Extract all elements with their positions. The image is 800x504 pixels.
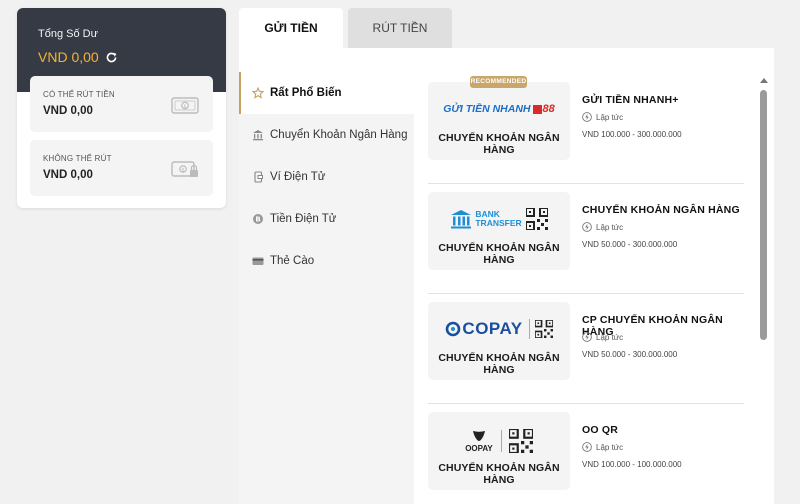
method-speed-label: Lập tức [596,222,624,232]
category-scratch-card[interactable]: Thẻ Cào [239,240,414,282]
category-crypto[interactable]: B Tiền Điện Tử [239,198,414,240]
method-range: VND 50.000 - 300.000.000 [582,350,678,359]
method-speed-label: Lập tức [596,332,624,342]
method-speed-label: Lập tức [596,442,624,452]
bank-building-icon [451,210,472,229]
category-bank-transfer[interactable]: Chuyển Khoản Ngân Hàng [239,114,414,156]
tab-withdraw[interactable]: RÚT TIỀN [348,8,452,48]
category-label: Tiền Điện Tử [270,213,337,225]
method-logo-caption: CHUYỂN KHOẢN NGÂN HÀNG [438,242,560,266]
method-logo-box: RECOMMENDED GỬI TIỀN NHANH 88 CHUYỂN KHO… [428,76,570,160]
category-e-wallet[interactable]: Ví Điện Tử [239,156,414,198]
payment-method-bank-transfer[interactable]: BANK TRANSFER CHUYỂN KHOẢN NGÂN HÀNG CHU… [428,184,744,294]
fast-deposit-logo: GỬI TIỀN NHANH 88 [428,94,570,124]
category-popular[interactable]: Rất Phổ Biến [239,72,414,114]
total-balance-amount: VND 0,00 [38,49,99,65]
bank-transfer-logo: BANK TRANSFER [428,204,570,234]
method-speed: Lập tức [582,222,623,232]
method-logo-box: COPAY CHUYỂN KHOẢN NGÂN HÀNG [428,302,570,380]
scrollbar[interactable] [759,78,769,504]
svg-text:$: $ [181,167,184,173]
non-withdrawable-box: KHÔNG THỂ RÚT VND 0,00 $ [30,140,213,196]
fast-deposit-logo-text: GỬI TIỀN NHANH [443,103,531,115]
category-label: Ví Điện Tử [270,171,326,183]
star-icon [252,87,264,99]
method-name: OO QR [582,424,619,436]
svg-text:B: B [255,216,260,224]
method-speed-label: Lập tức [596,112,624,122]
payment-panel: Rất Phổ Biến Chuyển Khoản Ngân Hàng Ví Đ… [239,48,774,504]
lightning-icon [582,222,592,232]
scrollbar-thumb[interactable] [760,90,767,340]
wallet-icon [254,171,263,183]
lightning-icon [582,442,592,452]
category-label: Thẻ Cào [270,255,315,267]
bitcoin-icon: B [253,214,263,224]
method-logo-box: OOPAY CHUYỂN KHOẢN NGÂN HÀNG [428,412,570,490]
fast-deposit-logo-suffix: 88 [542,103,555,115]
locked-cash-icon: $ [171,161,198,177]
method-speed: Lập tức [582,442,623,452]
category-label: Rất Phổ Biến [270,87,342,99]
category-label: Chuyển Khoản Ngân Hàng [270,129,408,141]
copay-logo: COPAY [428,314,570,344]
copay-logo-text: COPAY [462,319,523,338]
method-range: VND 100.000 - 300.000.000 [582,130,682,139]
method-name: CHUYỂN KHOẢN NGÂN HÀNG [582,204,740,216]
method-speed: Lập tức [582,332,623,342]
method-range: VND 100.000 - 100.000.000 [582,460,682,469]
card-icon [252,257,264,265]
oopay-logo-text: OOPAY [465,443,493,453]
lightning-icon [582,332,592,342]
balance-card: Tổng Số Dư VND 0,00 CÓ THỂ RÚT TIỀN VND … [17,8,226,208]
qr-code-icon [534,320,553,338]
method-logo-caption: CHUYỂN KHOẢN NGÂN HÀNG [438,352,560,376]
method-name: GỬI TIỀN NHANH+ [582,94,679,106]
scroll-up-arrow-icon[interactable] [760,78,768,83]
category-sidebar: Rất Phổ Biến Chuyển Khoản Ngân Hàng Ví Đ… [239,72,414,504]
logo-badge-icon [532,104,542,114]
qr-code-icon [525,208,548,230]
payment-method-copay[interactable]: COPAY CHUYỂN KHOẢN NGÂN HÀNG CP CHUYỂN K… [428,294,744,404]
withdrawable-box: CÓ THỂ RÚT TIỀN VND 0,00 $ [30,76,213,132]
method-speed: Lập tức [582,112,623,122]
payment-method-fast-deposit[interactable]: RECOMMENDED GỬI TIỀN NHANH 88 CHUYỂN KHO… [428,74,744,184]
method-logo-box: BANK TRANSFER CHUYỂN KHOẢN NGÂN HÀNG [428,192,570,270]
svg-text:$: $ [183,104,186,110]
cash-icon: $ [171,97,199,114]
oopay-mark-icon [472,430,485,441]
bank-icon [253,130,263,141]
method-logo-caption: CHUYỂN KHOẢN NGÂN HÀNG [438,462,560,486]
payment-method-oo-qr[interactable]: OOPAY CHUYỂN KHOẢN NGÂN HÀNG OO QR Lập t… [428,404,744,504]
recommended-badge: RECOMMENDED [470,76,527,88]
oopay-logo: OOPAY [428,426,570,456]
tab-deposit[interactable]: GỬI TIỀN [239,8,343,48]
bank-logo-line2: TRANSFER [475,218,522,228]
qr-code-icon [508,429,533,453]
method-logo-caption: CHUYỂN KHOẢN NGÂN HÀNG [438,132,560,156]
lightning-icon [582,112,592,122]
refresh-icon[interactable] [105,51,118,64]
balance-title: Tổng Số Dư [38,28,98,40]
copay-mark-icon [446,321,461,337]
method-range: VND 50.000 - 300.000.000 [582,240,678,249]
